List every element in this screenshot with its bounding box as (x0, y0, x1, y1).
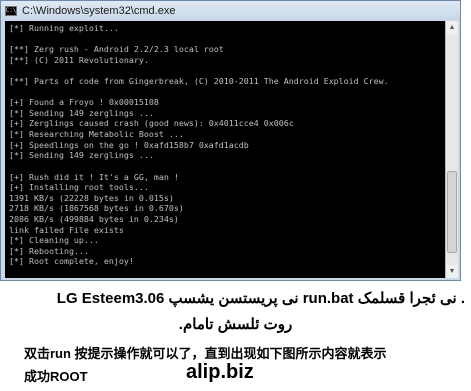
console-line: [+] Found a Froyo ! 0x00015108 (9, 97, 159, 108)
title-bar[interactable]: C:\ C:\Windows\system32\cmd.exe (1, 1, 460, 21)
console-line: [*] Running exploit... (9, 23, 119, 33)
watermark: alip.biz (186, 361, 254, 383)
console-line: link failed File exists (9, 224, 124, 235)
vertical-scrollbar[interactable]: ▲ ▼ (445, 21, 458, 278)
console-line: [*] Sending 149 zerglings ... (9, 150, 154, 161)
console-line: [**] Parts of code from Gingerbreak, (C)… (9, 76, 389, 87)
scroll-up-arrow-icon[interactable]: ▲ (446, 21, 458, 34)
console-line: 2086 KB/s (499884 bytes in 0.234s) (9, 213, 179, 224)
console-line: 1391 KB/s (22228 bytes in 0.015s) (9, 192, 174, 203)
console-line: [**] Zerg rush - Android 2.2/2.3 local r… (9, 44, 224, 55)
console-line: 2718 KB/s (1867568 bytes in 0.670s) (9, 203, 184, 214)
console-line: [*] Researching Metabolic Boost ... (9, 129, 184, 140)
console-line: [*] Root complete, enjoy! (9, 256, 134, 267)
console-line: [*] Sending 149 zerglings ... (9, 107, 154, 118)
cmd-window: C:\ C:\Windows\system32\cmd.exe [*] Runn… (0, 0, 461, 281)
scroll-thumb[interactable] (447, 171, 457, 253)
console-line: [**] (C) 2011 Revolutionary. (9, 54, 149, 65)
console-line: [*] Cleaning up... (9, 235, 99, 246)
cmd-app-icon: C:\ (5, 6, 17, 16)
caption-line-3: 双击run 按提示操作就可以了，直到出现如下图所示内容就表示 (24, 346, 387, 361)
console-line: [+] Installing root tools... (9, 182, 149, 193)
cmd-icon-glyph: C:\ (5, 7, 17, 14)
caption-line-4: 成功ROOT (24, 369, 88, 384)
caption-line-1: LG Esteem3.06 نی پریستسن یشسپ run.bat نی… (56, 290, 465, 307)
console-line: [*] Rebooting... (9, 245, 89, 256)
window-title: C:\Windows\system32\cmd.exe (22, 5, 176, 17)
console-line: [+] Zerglings caused crash (good news): … (9, 118, 294, 129)
console-line: [+] Speedlings on the go ! 0xafd158b7 0x… (9, 139, 249, 150)
console-output[interactable]: [*] Running exploit... [**] Zerg rush - A… (5, 21, 445, 278)
caption-line-2: روت ئلسش تامام. (178, 316, 293, 333)
console-line: [+] Rush did it ! It's a GG, man ! (9, 171, 179, 182)
scroll-down-arrow-icon[interactable]: ▼ (446, 265, 458, 278)
